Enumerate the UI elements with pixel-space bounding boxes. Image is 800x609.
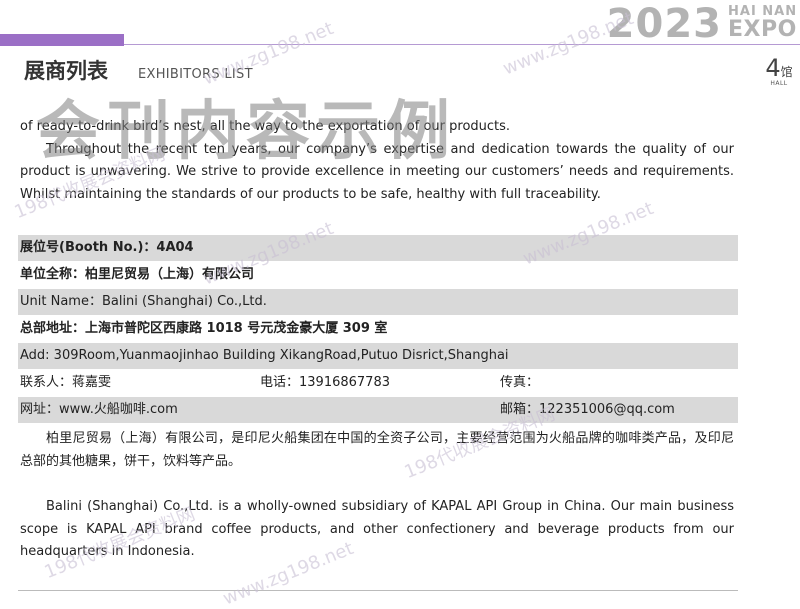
address-en-row: Add: 309Room,Yuanmaojinhao Building Xika… xyxy=(18,343,738,369)
name-cn-row: 单位全称：柏里尼贸易（上海）有限公司 xyxy=(18,262,738,288)
name-en-row: Unit Name：Balini (Shanghai) Co.,Ltd. xyxy=(18,289,738,315)
address-en: Add: 309Room,Yuanmaojinhao Building Xika… xyxy=(20,348,509,363)
header-accent-bar xyxy=(0,34,124,46)
website: 网址：www.火船咖啡.com xyxy=(20,402,178,417)
sample-watermark: 会刊内容示例 xyxy=(36,95,456,169)
address-cn-row: 总部地址：上海市普陀区西康路 1018 号元茂金豪大厦 309 室 xyxy=(18,316,738,342)
page-title-cn: 展商列表 xyxy=(24,59,108,83)
company-name-en: Unit Name：Balini (Shanghai) Co.,Ltd. xyxy=(20,294,267,309)
address-cn: 总部地址：上海市普陀区西康路 1018 号元茂金豪大厦 309 室 xyxy=(20,321,388,336)
hall-badge: 4馆 HALL xyxy=(762,54,796,87)
booth-row: 展位号(Booth No.)：4A04 xyxy=(18,235,738,261)
brand-bottom: EXPO xyxy=(728,17,797,42)
hall-label-cn: 馆 xyxy=(780,65,793,79)
hall-number: 4 xyxy=(765,54,781,82)
site-watermark: www.zg198.net xyxy=(200,18,337,90)
web-row: 网址：www.火船咖啡.com 邮箱：122351006@qq.com xyxy=(18,397,738,423)
description-cn: 柏里尼贸易（上海）有限公司，是印尼火船集团在中国的全资子公司，主要经营范围为火船… xyxy=(20,431,734,469)
phone: 电话：13916867783 xyxy=(260,375,390,390)
fax: 传真： xyxy=(500,375,540,390)
footer-rule xyxy=(18,590,738,591)
booth-number: 展位号(Booth No.)：4A04 xyxy=(20,240,194,255)
contact-person: 联系人：蒋嘉雯 xyxy=(20,375,112,390)
contact-row: 联系人：蒋嘉雯 电话：13916867783 传真： xyxy=(18,370,738,396)
